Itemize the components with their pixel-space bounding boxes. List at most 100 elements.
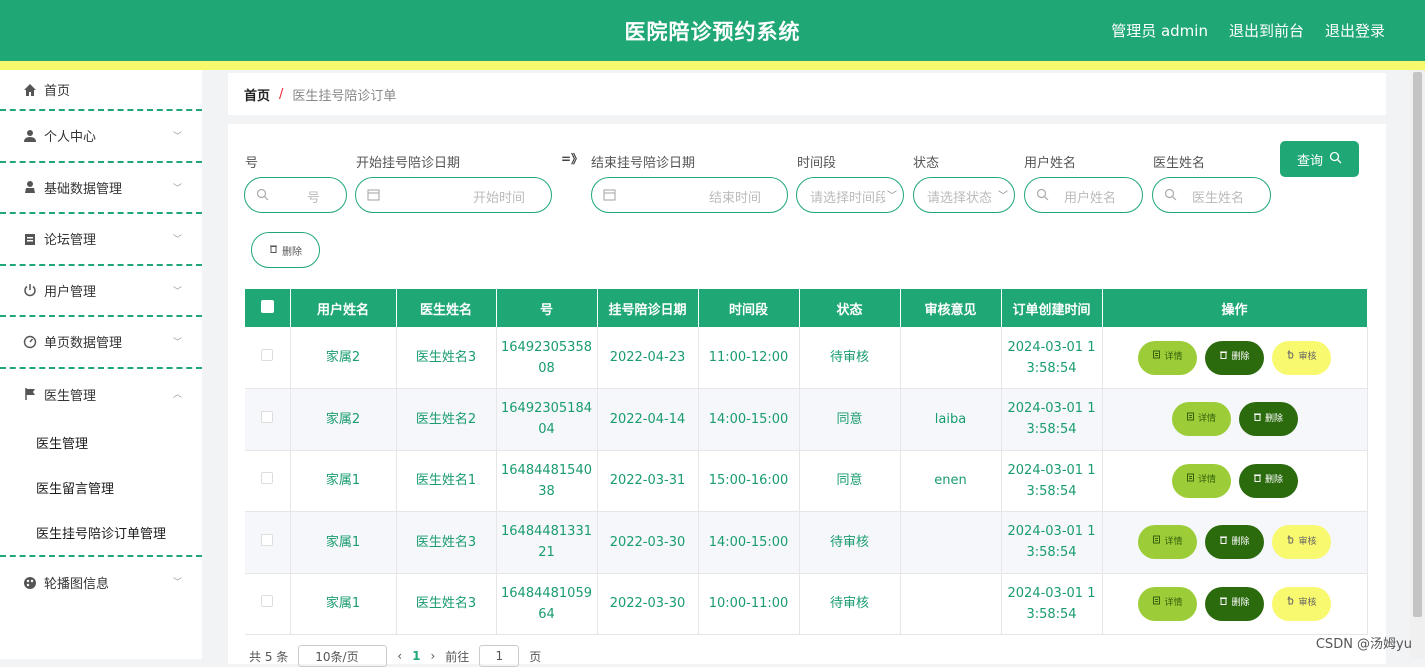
hand-icon	[1286, 347, 1295, 368]
sidebar-item-carousel[interactable]: 轮播图信息 ﹀	[0, 557, 202, 609]
column-header[interactable]: 订单创建时间	[1001, 289, 1103, 327]
user-name-input[interactable]: 用户姓名	[1024, 177, 1143, 213]
sidebar-item-label: 单页数据管理	[44, 336, 123, 352]
audit-button[interactable]: 审核	[1272, 340, 1331, 375]
table-row: 家属1 医生姓名1 1648448154038 2022-03-31 15:00-16:…	[245, 450, 1368, 512]
chevron-down-icon: ﹀	[998, 191, 1008, 202]
detail-button[interactable]: 详情	[1138, 525, 1197, 560]
number-placeholder: 号	[306, 191, 320, 206]
top-bar: 医院陪诊预约系统 管理员 admin 退出到前台 退出登录	[0, 0, 1425, 61]
status-select[interactable]: 请选择状态 ﹀	[913, 177, 1015, 213]
pagination: 共 5 条 10条/页 ‹ 1 › 前往 1 页	[249, 645, 541, 667]
audit-label: 审核	[1298, 536, 1317, 547]
audit-label: 审核	[1298, 598, 1317, 609]
column-header[interactable]: 挂号陪诊日期	[597, 289, 699, 327]
pagination-total: 共 5 条	[249, 649, 289, 664]
scrollbar-thumb[interactable]	[1413, 72, 1422, 617]
chevron-up-icon: ︿	[172, 389, 182, 400]
back-to-front-link[interactable]: 退出到前台	[1229, 20, 1304, 41]
doctor-name-input[interactable]: 医生姓名	[1152, 177, 1271, 213]
period-select[interactable]: 请选择时间段 ﹀	[796, 177, 904, 213]
detail-label: 详情	[1197, 413, 1216, 424]
detail-button[interactable]: 详情	[1171, 463, 1231, 498]
column-header[interactable]: 时间段	[698, 289, 800, 327]
row-checkbox[interactable]	[261, 472, 274, 485]
scrollbar[interactable]	[1410, 70, 1425, 659]
cell-period: 10:00-11:00	[698, 573, 800, 635]
breadcrumb-home[interactable]: 首页	[244, 85, 270, 104]
next-page-icon[interactable]: ›	[430, 649, 435, 663]
detail-button[interactable]: 详情	[1138, 586, 1197, 621]
cell-opinion	[900, 573, 1002, 635]
hand-icon	[1286, 593, 1295, 614]
goto-label: 前往	[445, 649, 470, 664]
delete-button[interactable]: 删除	[1205, 340, 1264, 375]
prev-page-icon[interactable]: ‹	[397, 649, 402, 663]
select-all-checkbox[interactable]	[260, 299, 274, 313]
number-input[interactable]: 号	[244, 177, 347, 213]
detail-button[interactable]: 详情	[1138, 340, 1197, 375]
detail-button[interactable]: 详情	[1171, 402, 1231, 437]
sidebar-item-personal-center[interactable]: 个人中心 ﹀	[0, 111, 202, 163]
filter-label-period: 时间段	[797, 156, 837, 171]
sidebar-item-label: 轮播图信息	[44, 577, 110, 593]
row-checkbox[interactable]	[261, 533, 274, 546]
start-date-input[interactable]: 开始时间	[355, 177, 552, 213]
filter-label-start-date: 开始挂号陪诊日期	[356, 156, 461, 171]
cell-status: 待审核	[799, 573, 901, 635]
filter-label-status: 状态	[913, 156, 940, 171]
end-date-input[interactable]: 结束时间	[591, 177, 788, 213]
detail-label: 详情	[1164, 536, 1183, 547]
clipboard-icon	[22, 231, 37, 246]
cell-doctor: 医生姓名2	[396, 388, 497, 451]
delete-button[interactable]: 删除	[1205, 525, 1264, 560]
audit-button[interactable]: 审核	[1272, 586, 1331, 621]
sidebar-item-home[interactable]: 首页	[0, 70, 202, 111]
batch-delete-button[interactable]: 删除	[251, 232, 320, 268]
cell-doctor: 医生姓名1	[396, 450, 497, 512]
cell-created: 2024-03-01 13:58:54	[1001, 573, 1103, 635]
sidebar-subitem-doctor-orders[interactable]: 医生挂号陪诊订单管理	[0, 510, 202, 555]
cell-number: 1649230535808	[496, 327, 598, 389]
delete-label: 删除	[1231, 598, 1250, 609]
cell-period: 11:00-12:00	[698, 327, 800, 389]
sidebar-item-single-page[interactable]: 单页数据管理 ﹀	[0, 317, 202, 369]
sidebar-item-basic-data[interactable]: 基础数据管理 ﹀	[0, 163, 202, 214]
goto-page-input[interactable]: 1	[479, 645, 520, 667]
sidebar-item-users[interactable]: 用户管理 ﹀	[0, 266, 202, 317]
cell-actions: 详情 删除	[1102, 388, 1368, 451]
column-header[interactable]: 状态	[799, 289, 901, 327]
cell-status: 同意	[799, 450, 901, 512]
search-icon	[256, 188, 269, 201]
column-header[interactable]: 用户姓名	[290, 289, 397, 327]
admin-label[interactable]: 管理员 admin	[1111, 20, 1208, 41]
row-actions: 详情 删除	[1107, 463, 1363, 498]
sidebar-item-doctor[interactable]: 医生管理 ︿	[0, 369, 202, 421]
delete-button[interactable]: 删除	[1238, 463, 1298, 498]
cell-number: 1649230518404	[496, 388, 598, 451]
page-number[interactable]: 1	[412, 649, 420, 663]
row-actions: 详情 删除 审核	[1107, 525, 1363, 560]
cell-opinion	[900, 327, 1002, 389]
row-checkbox[interactable]	[261, 595, 274, 608]
sidebar-item-forum[interactable]: 论坛管理 ﹀	[0, 214, 202, 266]
query-button[interactable]: 查询	[1280, 141, 1359, 177]
home-icon	[22, 82, 37, 97]
search-icon	[1036, 188, 1049, 201]
cell-actions: 详情 删除 审核	[1102, 327, 1368, 389]
page-size-select[interactable]: 10条/页	[298, 645, 388, 667]
sidebar-subitem-doctor-messages[interactable]: 医生留言管理	[0, 465, 202, 510]
row-checkbox[interactable]	[261, 349, 274, 361]
audit-button[interactable]: 审核	[1272, 525, 1331, 560]
delete-button[interactable]: 删除	[1205, 586, 1264, 621]
row-checkbox[interactable]	[261, 410, 274, 423]
logout-link[interactable]: 退出登录	[1325, 20, 1385, 41]
column-header[interactable]: 号	[496, 289, 598, 327]
delete-button[interactable]: 删除	[1238, 402, 1298, 437]
sidebar-subitem-doctor-manage[interactable]: 医生管理	[0, 420, 202, 465]
column-header[interactable]: 医生姓名	[396, 289, 497, 327]
cell-period: 14:00-15:00	[698, 511, 800, 574]
column-header[interactable]: 审核意见	[900, 289, 1002, 327]
cell-date: 2022-03-30	[597, 573, 699, 635]
cell-status: 待审核	[799, 327, 901, 389]
